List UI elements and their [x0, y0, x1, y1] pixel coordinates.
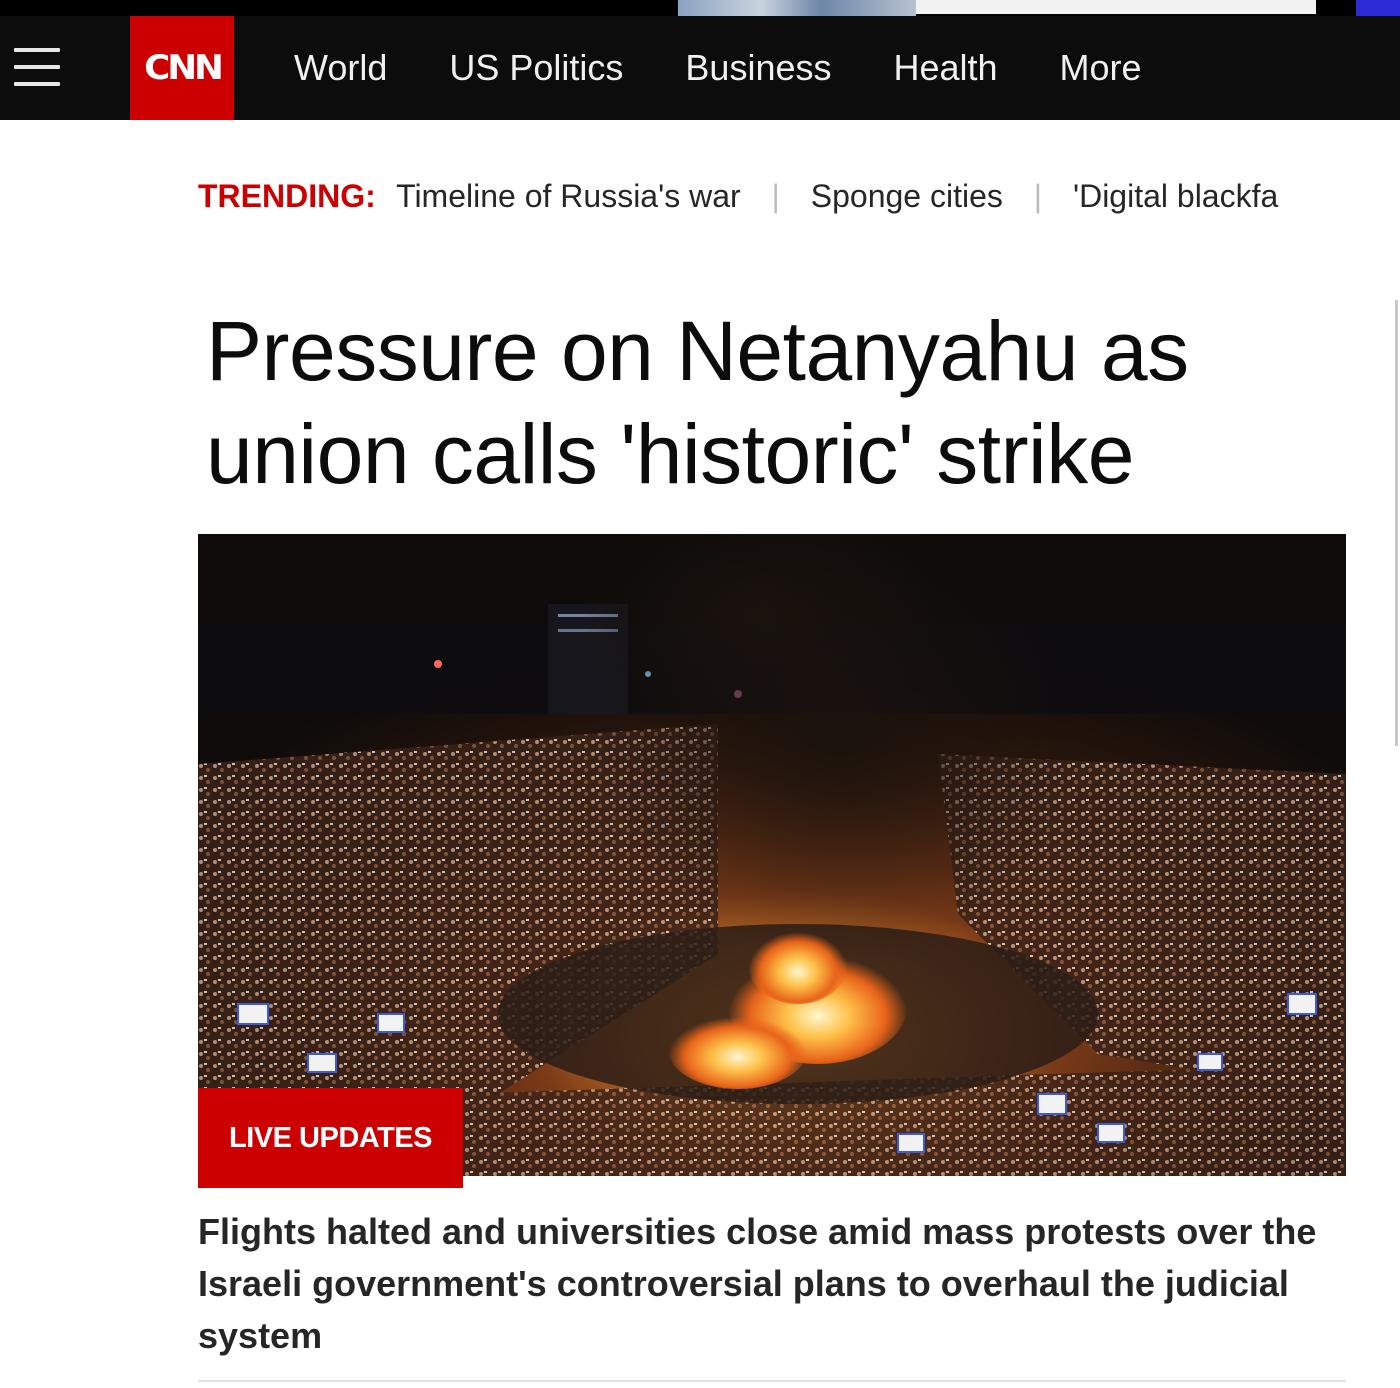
nav-item-us-politics[interactable]: US Politics	[449, 47, 623, 89]
section-divider	[198, 1380, 1346, 1382]
top-navigation-bar: CNN World US Politics Business Health Mo…	[0, 16, 1400, 120]
nav-item-health[interactable]: Health	[893, 47, 997, 89]
nav-item-business[interactable]: Business	[685, 47, 831, 89]
trending-separator: |	[771, 178, 780, 214]
live-updates-label: LIVE UPDATES	[229, 1121, 432, 1154]
trending-link-sponge-cities[interactable]: Sponge cities	[811, 178, 1003, 214]
trending-link-digital-blackface[interactable]: 'Digital blackfa	[1073, 178, 1278, 214]
hero-image[interactable]	[198, 534, 1346, 1176]
headline-line-1: Pressure on Netanyahu as	[206, 304, 1189, 398]
trending-link-russia-timeline[interactable]: Timeline of Russia's war	[396, 178, 741, 214]
ad-image[interactable]	[678, 0, 916, 16]
ad-corner[interactable]	[1356, 0, 1400, 16]
cnn-logo[interactable]: CNN	[130, 16, 234, 120]
article-summary[interactable]: Flights halted and universities close am…	[198, 1206, 1358, 1362]
headline-line-2: union calls 'historic' strike	[206, 407, 1134, 501]
ad-banner[interactable]	[916, 0, 1316, 14]
cnn-logo-text: CNN	[143, 48, 224, 88]
top-ad-strip	[0, 0, 1400, 16]
trending-separator: |	[1033, 178, 1043, 214]
trending-bar: TRENDING: Timeline of Russia's war | Spo…	[198, 178, 1400, 215]
article-headline[interactable]: Pressure on Netanyahu as union calls 'hi…	[206, 300, 1386, 506]
trending-label: TRENDING:	[198, 178, 376, 214]
nav-item-more[interactable]: More	[1060, 47, 1142, 89]
main-nav: World US Politics Business Health More	[294, 16, 1204, 120]
live-updates-badge[interactable]: LIVE UPDATES	[198, 1088, 463, 1188]
hamburger-menu-icon[interactable]	[14, 44, 62, 90]
right-column-divider	[1395, 300, 1398, 746]
nav-item-world[interactable]: World	[294, 47, 387, 89]
